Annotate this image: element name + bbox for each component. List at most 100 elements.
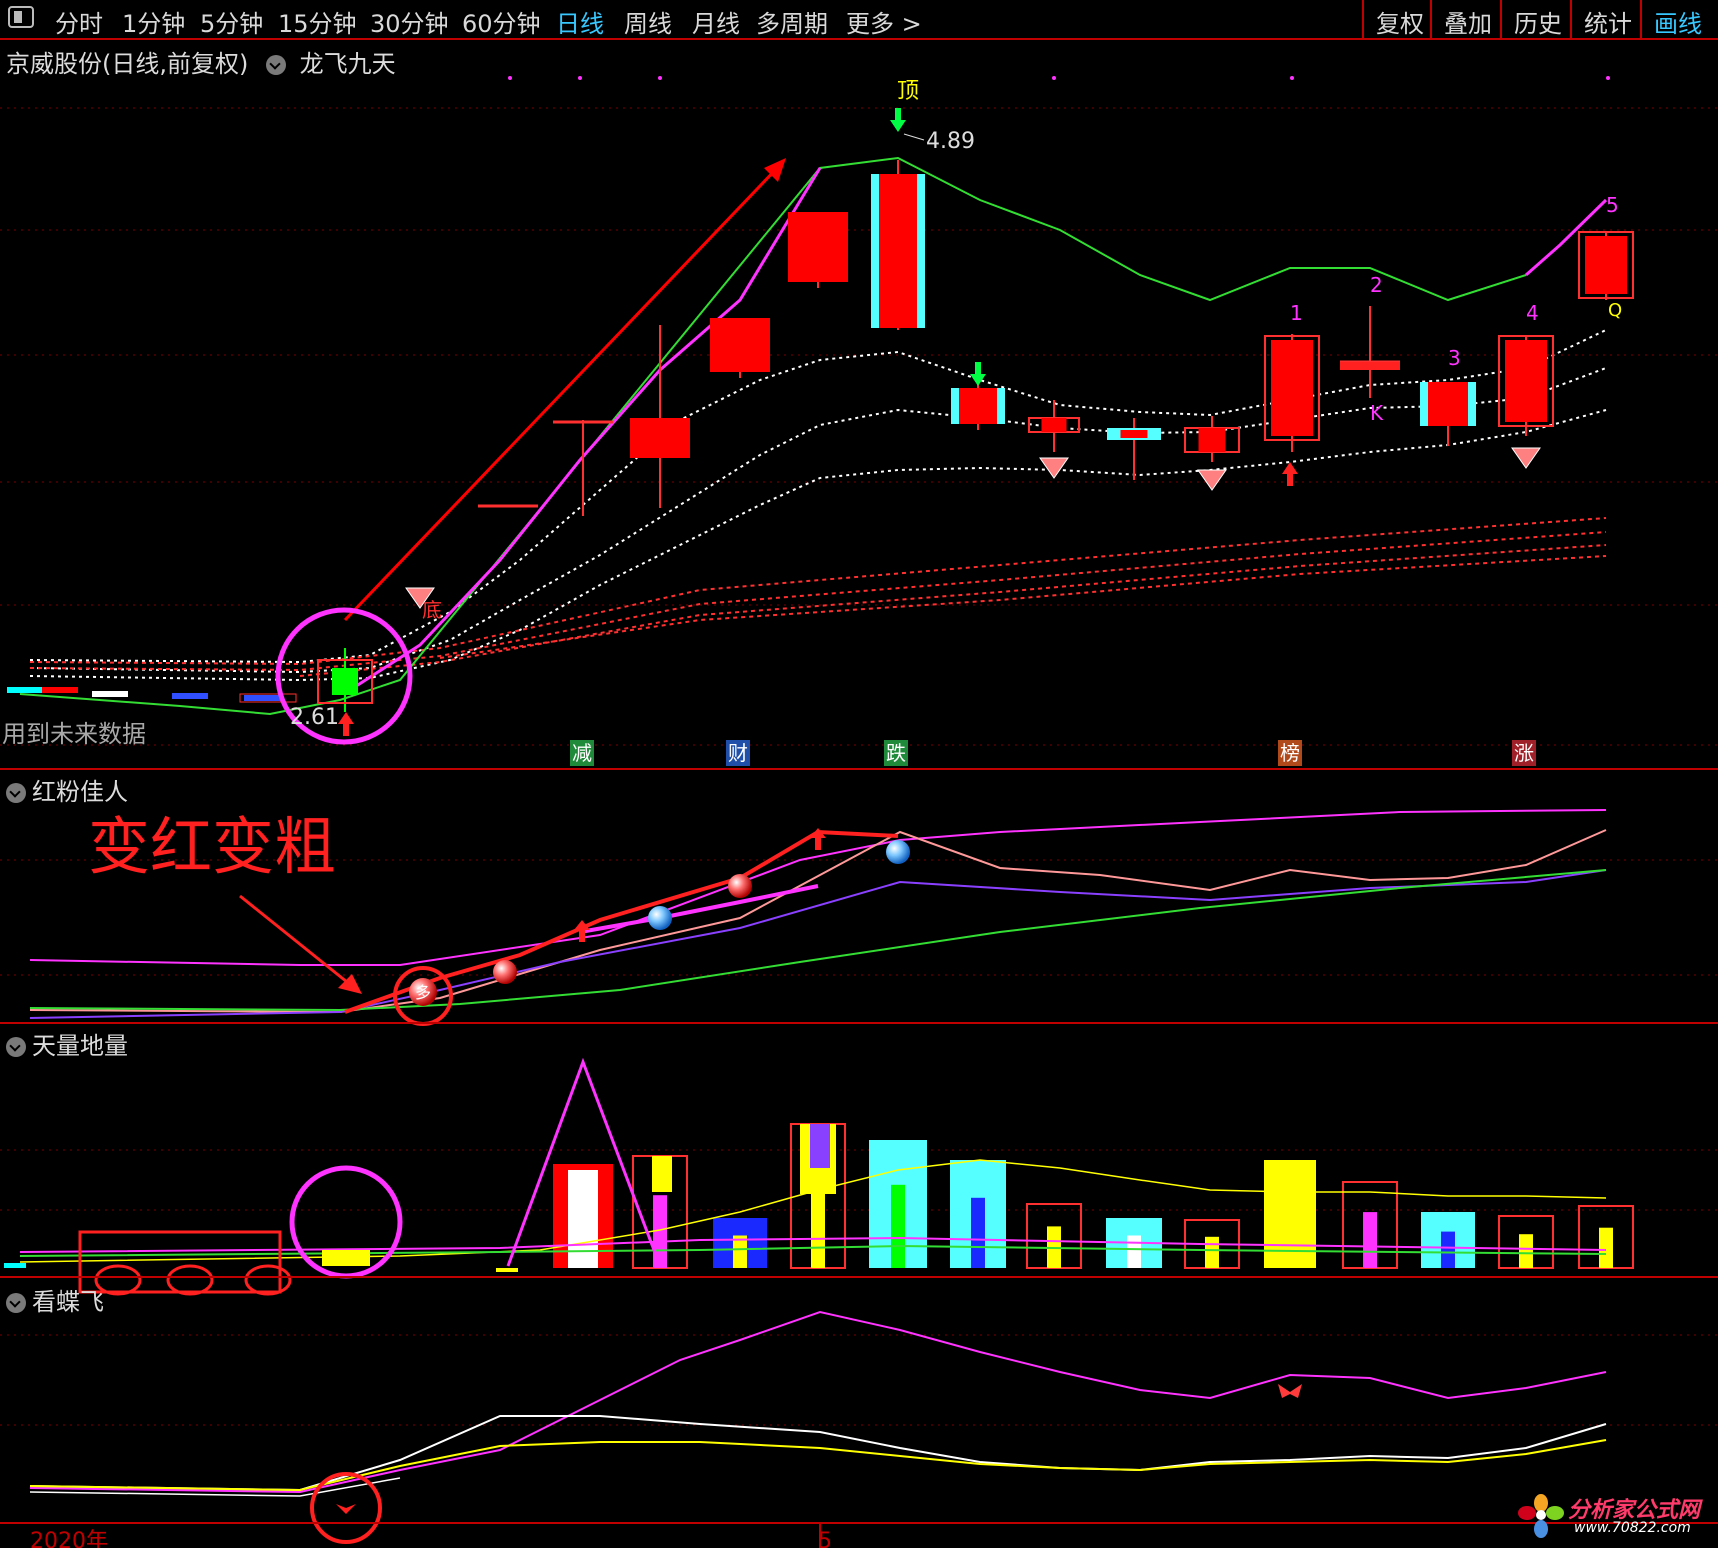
green-line: [29, 869, 1607, 1012]
candle-body: [788, 212, 848, 282]
diamond-icon: [1197, 469, 1227, 491]
future-data-warning: 用到未来数据: [2, 720, 146, 748]
chevron-down-icon[interactable]: [6, 1293, 26, 1313]
top-marker-label: 顶: [897, 79, 919, 104]
ma-red-2: [29, 531, 1607, 672]
volume-bar-inner: [652, 1156, 672, 1192]
low-price-label: 2.61: [290, 705, 339, 730]
chevron-down-icon[interactable]: [266, 55, 286, 75]
wave-label-1: 1: [1290, 301, 1303, 325]
panel4-title[interactable]: 看蝶飞: [32, 1288, 104, 1316]
candle-body: [879, 174, 917, 328]
diamond-icon: [1039, 457, 1069, 479]
trend-line-magenta: [349, 167, 822, 692]
small-candle: [92, 691, 128, 697]
low-volume-oval: [244, 1264, 292, 1296]
candle-body: [1198, 428, 1226, 452]
small-volume-bar: [4, 1263, 26, 1268]
high-price-label: 4.89: [926, 129, 975, 154]
candle-body: [1120, 430, 1148, 438]
panel-divider[interactable]: [0, 1022, 1718, 1024]
candle-body: [959, 388, 997, 424]
low-volume-oval: [166, 1264, 214, 1296]
up-arrow-icon: [338, 712, 354, 736]
chevron-down-icon[interactable]: [6, 783, 26, 803]
candle-body: [1041, 418, 1067, 432]
volume-bar-inner: [1599, 1227, 1613, 1268]
wave-label-4: 4: [1526, 301, 1539, 325]
purple-line: [29, 869, 1607, 1019]
candle-body: [1505, 340, 1547, 422]
candle-body: [1585, 236, 1627, 294]
volume-bar-inner: [1363, 1212, 1377, 1268]
butterfly-panel: [29, 1310, 1607, 1544]
wave-label-3: 3: [1448, 346, 1461, 370]
panel3-title[interactable]: 天量地量: [32, 1032, 128, 1060]
stock-chart-canvas[interactable]: 顶 4.89 2.61 底 1 2 3 4 5 K Q 变红变粗 多 2020年…: [0, 0, 1718, 1548]
doji-bar: [1340, 362, 1400, 370]
event-tag-ranking[interactable]: 榜: [1278, 740, 1302, 766]
small-candle: [7, 687, 43, 693]
panel-divider[interactable]: [0, 768, 1718, 770]
volume-bar-inner: [1441, 1231, 1455, 1268]
indicator-name[interactable]: 龙飞九天: [300, 50, 396, 78]
volume-bar-inner: [1127, 1235, 1141, 1268]
butterfly-line-yellow: [29, 1439, 1607, 1492]
high-price-leader: [903, 133, 925, 141]
butterfly-icon: [336, 1504, 356, 1514]
diamond-icon: [1511, 447, 1541, 469]
panel2-title[interactable]: 红粉佳人: [32, 778, 128, 806]
small-candle: [172, 693, 208, 699]
main-price-panel: [7, 108, 1634, 745]
k-label: K: [1370, 401, 1384, 425]
red-ball-icon: [493, 960, 517, 984]
wave-label-5: 5: [1606, 193, 1619, 217]
volume-bar-inner: [810, 1124, 830, 1168]
panel-divider[interactable]: [0, 1276, 1718, 1278]
time-axis-line: [0, 1522, 1718, 1524]
down-arrow-icon: [890, 108, 906, 132]
blue-ball-icon: [648, 906, 672, 930]
volume-panel: [4, 1057, 1634, 1296]
butterfly-line-white: [29, 1415, 1607, 1492]
top-dot-marker: [1052, 76, 1056, 80]
candle-body: [710, 318, 770, 372]
volume-bar-inner: [1205, 1236, 1219, 1268]
event-tag-drop[interactable]: 跌: [884, 740, 908, 766]
event-tag-reduce[interactable]: 减: [570, 740, 594, 766]
event-tag-finance[interactable]: 财: [726, 740, 750, 766]
bottom-marker-label: 底: [422, 598, 442, 622]
top-dot-marker: [658, 76, 662, 80]
butterfly-icon: [1278, 1384, 1302, 1398]
volume-bar-inner: [568, 1170, 598, 1268]
small-volume-bar: [322, 1250, 370, 1266]
small-volume-bar: [496, 1268, 518, 1272]
small-candle: [244, 695, 280, 701]
ma-red-1: [29, 517, 1607, 666]
event-tag-rise[interactable]: 涨: [1512, 740, 1536, 766]
month-axis-label: 5: [818, 1529, 832, 1548]
volume-bar-inner: [891, 1184, 905, 1268]
candle-body: [1271, 340, 1313, 436]
pill-label: 多: [415, 983, 431, 1002]
down-arrow-icon: [970, 362, 986, 386]
watermark-url: www.70822.com: [1574, 1520, 1691, 1536]
magenta-thick-line: [579, 884, 819, 934]
candle-body: [1428, 382, 1468, 426]
chevron-down-icon[interactable]: [6, 1037, 26, 1057]
panel3-header: 天量地量: [6, 1026, 128, 1061]
small-candle: [42, 687, 78, 693]
ma-white-3: [29, 409, 1607, 682]
annotation-arrow-line: [239, 894, 353, 988]
butterfly-line-magenta: [29, 1310, 1607, 1494]
panel4-header: 看蝶飞: [6, 1282, 104, 1317]
wave-label-2: 2: [1370, 273, 1383, 297]
low-volume-box: [78, 1230, 282, 1294]
red-ball-icon: [728, 874, 752, 898]
top-dot-marker: [578, 76, 582, 80]
uptrend-arrow-line: [343, 163, 782, 622]
stock-title: 京威股份(日线,前复权): [6, 50, 249, 78]
q-label: Q: [1608, 300, 1622, 321]
candle-body: [332, 668, 358, 695]
volume-bar-inner: [1283, 1197, 1297, 1268]
